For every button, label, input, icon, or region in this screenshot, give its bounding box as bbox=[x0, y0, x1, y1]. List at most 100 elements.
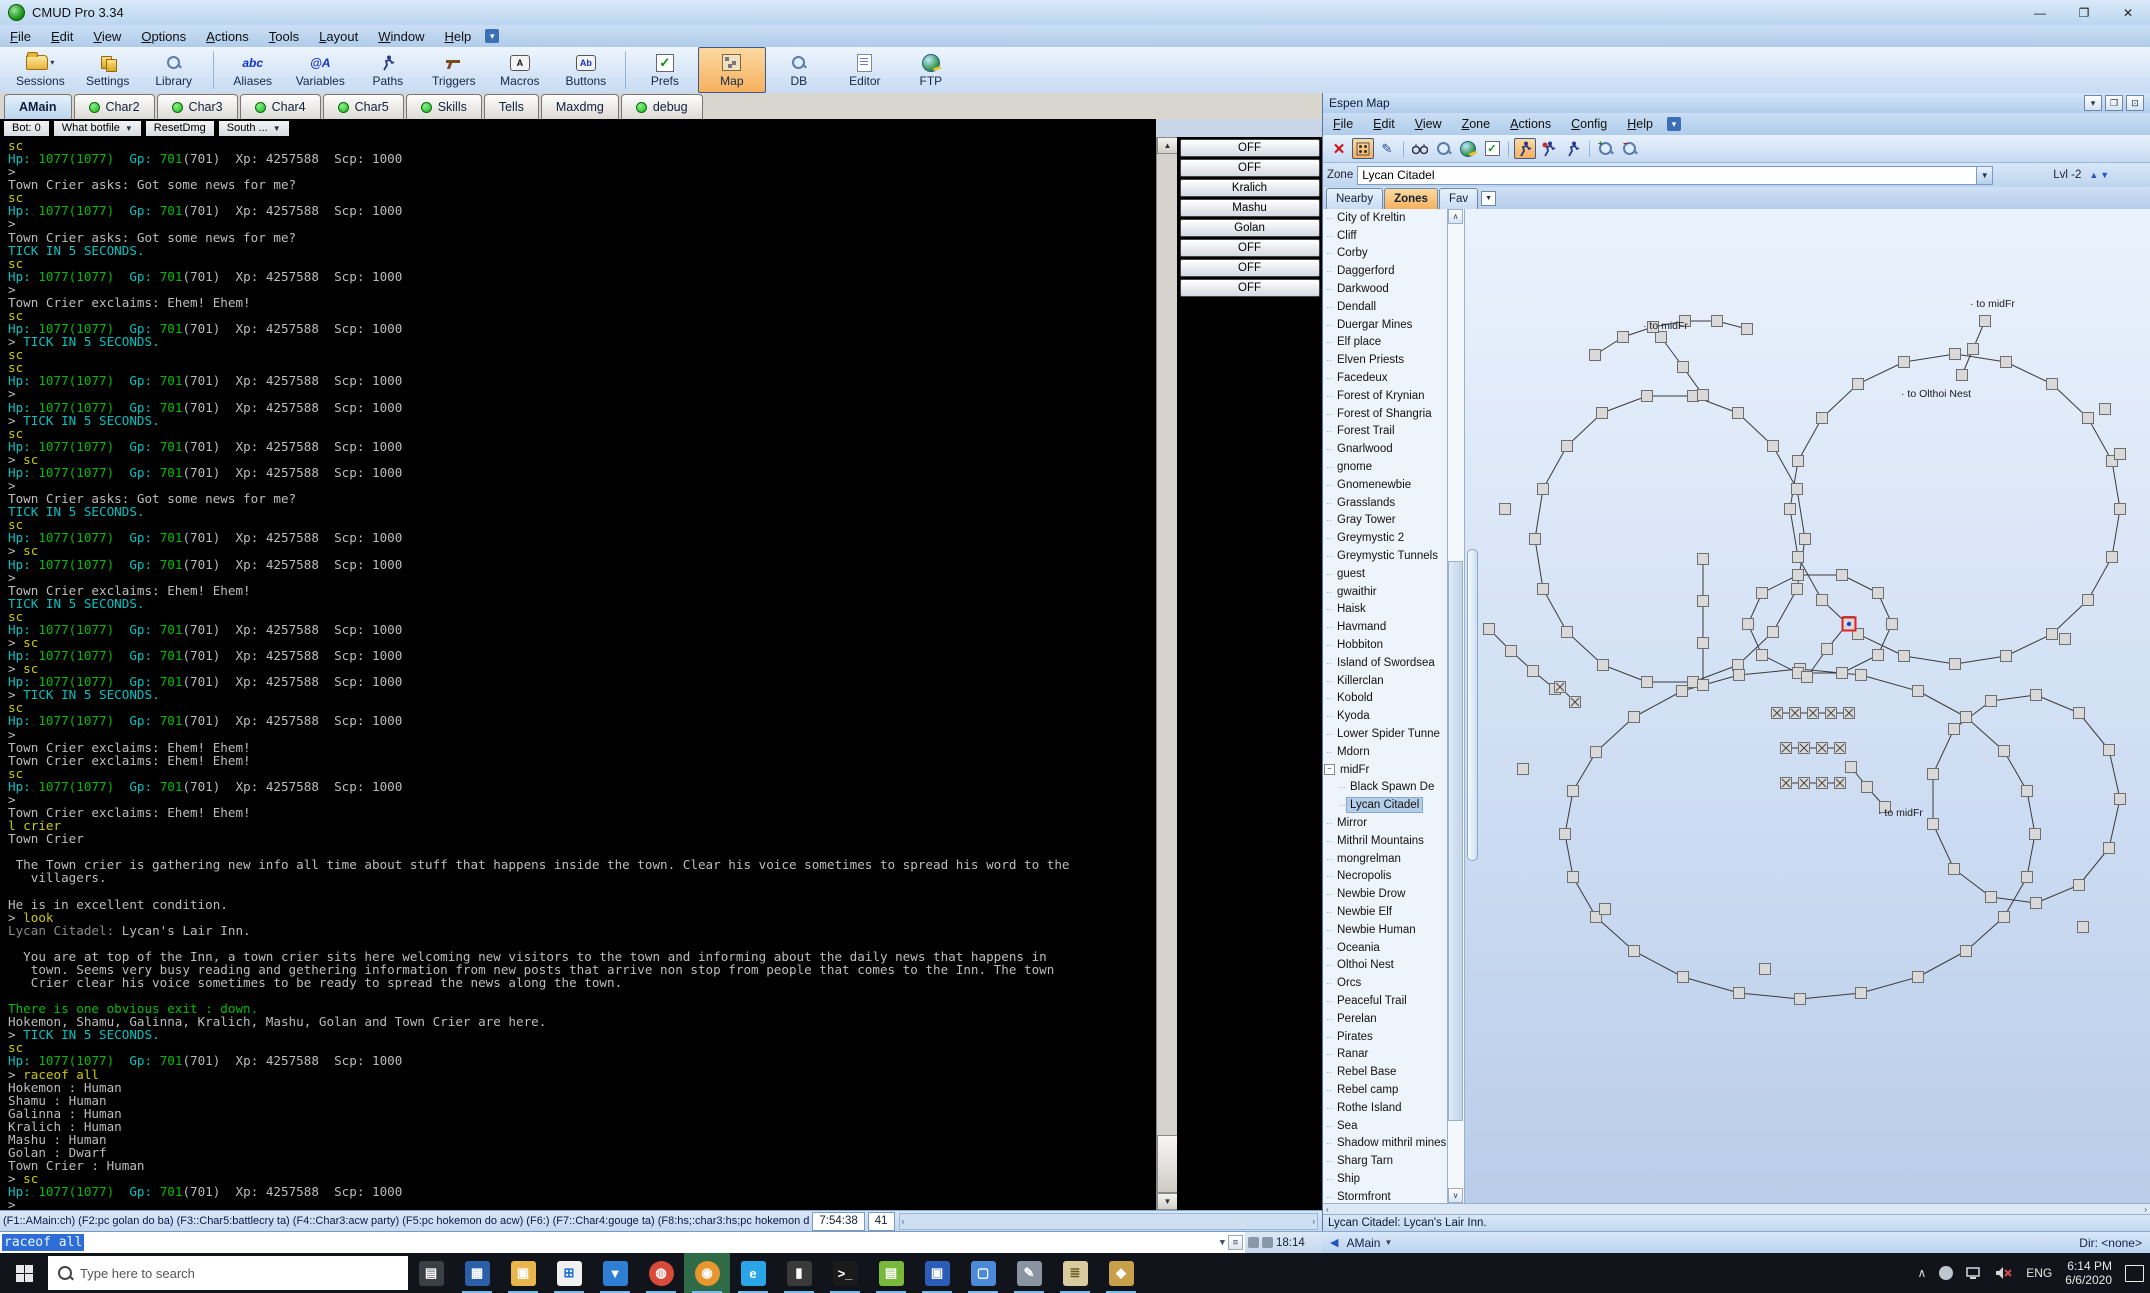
zone-item-gnarlwood[interactable]: ···Gnarlwood bbox=[1323, 440, 1447, 458]
taskbar-icon-app-blue-floppy[interactable]: ▦ bbox=[454, 1253, 500, 1293]
zone-item-gwaithir[interactable]: ···gwaithir bbox=[1323, 583, 1447, 601]
menu-overflow-icon[interactable]: ▾ bbox=[1667, 117, 1681, 131]
map-pin-icon[interactable]: ⊡ bbox=[2126, 95, 2144, 111]
toolbar-prefs-button[interactable]: ✓Prefs bbox=[632, 47, 698, 93]
zone-item-kyoda[interactable]: ···Kyoda bbox=[1323, 707, 1447, 725]
zoom-select-icon[interactable] bbox=[1433, 138, 1455, 159]
zone-item-ranar[interactable]: ···Ranar bbox=[1323, 1045, 1447, 1063]
taskbar-icon-microsoft-store[interactable]: ⊞ bbox=[546, 1253, 592, 1293]
zone-item-mongrelman[interactable]: ···mongrelman bbox=[1323, 850, 1447, 868]
toolbar-settings-button[interactable]: Settings bbox=[75, 47, 141, 93]
party-button-off-5[interactable]: OFF bbox=[1180, 239, 1320, 257]
toolbar-sessions-button[interactable]: ▾Sessions bbox=[6, 47, 75, 93]
network-icon[interactable] bbox=[1966, 1266, 1982, 1280]
menu-options[interactable]: Options bbox=[131, 25, 196, 47]
map-menu-help[interactable]: Help bbox=[1617, 113, 1663, 135]
zone-item-facedeux[interactable]: ···Facedeux bbox=[1323, 369, 1447, 387]
taskbar-icon-phone-app[interactable]: ▮ bbox=[776, 1253, 822, 1293]
action-center-icon[interactable] bbox=[2125, 1265, 2144, 1282]
volume-muted-icon[interactable] bbox=[1995, 1266, 2013, 1280]
zone-item-sharg-tarn[interactable]: ···Sharg Tarn bbox=[1323, 1152, 1447, 1170]
status-scroll-right-icon[interactable]: › bbox=[1312, 1217, 1315, 1226]
menu-help[interactable]: Help bbox=[434, 25, 481, 47]
taskbar-icon-internet-explorer[interactable]: e bbox=[730, 1253, 776, 1293]
close-icon[interactable]: ✕ bbox=[2106, 0, 2150, 25]
command-input[interactable]: raceof all ▼ ≡ bbox=[0, 1231, 1245, 1253]
zone-item-daggerford[interactable]: ···Daggerford bbox=[1323, 262, 1447, 280]
zone-item-greymystic-2[interactable]: ···Greymystic 2 bbox=[1323, 529, 1447, 547]
zone-item-pirates[interactable]: ···Pirates bbox=[1323, 1028, 1447, 1046]
start-button[interactable] bbox=[0, 1253, 48, 1293]
zone-scroll-thumb[interactable] bbox=[1448, 561, 1463, 1121]
map-menu-view[interactable]: View bbox=[1405, 113, 1452, 135]
dock-menu-icon[interactable]: ▾ bbox=[2084, 95, 2102, 111]
taskbar-icon-notepad-plus[interactable]: ▤ bbox=[868, 1253, 914, 1293]
taskbar-icon-task-view[interactable]: ▤ bbox=[408, 1253, 454, 1293]
confirm-checkbox-icon[interactable]: ✓ bbox=[1481, 138, 1503, 159]
menu-layout[interactable]: Layout bbox=[309, 25, 368, 47]
party-button-off-1[interactable]: OFF bbox=[1180, 159, 1320, 177]
zone-item-rebel-camp[interactable]: ···Rebel camp bbox=[1323, 1081, 1447, 1099]
taskbar-icon-paint-app[interactable]: ✎ bbox=[1006, 1253, 1052, 1293]
map-title-bar[interactable]: Espen Map ▾ ❐ ⊡ bbox=[1323, 93, 2150, 113]
taskbar-search[interactable]: Type here to search bbox=[48, 1256, 408, 1290]
zone-item-guest[interactable]: ···guest bbox=[1323, 565, 1447, 583]
map-menu-edit[interactable]: Edit bbox=[1363, 113, 1405, 135]
taskbar-icon-scroll-app[interactable]: ≣ bbox=[1052, 1253, 1098, 1293]
zone-item-havmand[interactable]: ···Havmand bbox=[1323, 618, 1447, 636]
zone-item-necropolis[interactable]: ···Necropolis bbox=[1323, 867, 1447, 885]
zone-item-elf-place[interactable]: ···Elf place bbox=[1323, 334, 1447, 352]
toolbar-ftp-button[interactable]: FTP bbox=[898, 47, 964, 93]
zone-item-rothe-island[interactable]: ···Rothe Island bbox=[1323, 1099, 1447, 1117]
taskbar-clock[interactable]: 6:14 PM 6/6/2020 bbox=[2065, 1259, 2112, 1287]
zone-item-oceania[interactable]: ···Oceania bbox=[1323, 939, 1447, 957]
scroll-down-icon[interactable]: ▼ bbox=[1157, 1193, 1178, 1210]
taskbar-icon-lantern-app[interactable]: ◆ bbox=[1098, 1253, 1144, 1293]
zone-item-newbie-human[interactable]: ···Newbie Human bbox=[1323, 921, 1447, 939]
map-canvas[interactable]: · to midFr· to midFr· to Olthoi Nest· to… bbox=[1465, 209, 2150, 1203]
menu-window[interactable]: Window bbox=[368, 25, 434, 47]
zone-item-gnomenewbie[interactable]: ···Gnomenewbie bbox=[1323, 476, 1447, 494]
onedrive-icon[interactable] bbox=[1939, 1266, 1953, 1280]
tab-debug[interactable]: debug bbox=[621, 94, 703, 119]
tab-char4[interactable]: Char4 bbox=[240, 94, 321, 119]
zone-item-mirror[interactable]: ···Mirror bbox=[1323, 814, 1447, 832]
taskbar-icon-chrome[interactable]: ◍ bbox=[638, 1253, 684, 1293]
mud-terminal[interactable]: scHp: 1077(1077) Gp: 701(701) Xp: 425758… bbox=[0, 137, 1156, 1210]
walk-runner-icon[interactable] bbox=[1514, 138, 1536, 159]
zone-item-darkwood[interactable]: ···Darkwood bbox=[1323, 280, 1447, 298]
tab-char3[interactable]: Char3 bbox=[157, 94, 238, 119]
party-button-off-7[interactable]: OFF bbox=[1180, 279, 1320, 297]
zone-item-lycan-citadel[interactable]: ···Lycan Citadel bbox=[1323, 796, 1447, 814]
tab-tells[interactable]: Tells bbox=[484, 94, 539, 119]
map-tab-fav[interactable]: Fav bbox=[1439, 188, 1478, 209]
terminal-scrollbar[interactable]: ▲ ▼ bbox=[1156, 137, 1177, 1210]
party-button-off-0[interactable]: OFF bbox=[1180, 139, 1320, 157]
bot-button-resetdmg[interactable]: ResetDmg bbox=[144, 119, 216, 138]
zone-list-scrollbar[interactable]: ∧ ∨ bbox=[1448, 209, 1465, 1203]
taskbar-icon-word-app[interactable]: ▣ bbox=[914, 1253, 960, 1293]
zone-item-peaceful-trail[interactable]: ···Peaceful Trail bbox=[1323, 992, 1447, 1010]
map-maximize-icon[interactable]: ❐ bbox=[2105, 95, 2123, 111]
toolbar-macros-button[interactable]: AMacros bbox=[487, 47, 553, 93]
zone-item-forest-trail[interactable]: ···Forest Trail bbox=[1323, 423, 1447, 441]
map-tab-zones[interactable]: Zones bbox=[1384, 188, 1438, 209]
bot-button-what-botfile[interactable]: What botfile▼ bbox=[52, 119, 143, 138]
map-vertical-scroll-thumb[interactable] bbox=[1467, 549, 1478, 861]
zone-item-orcs[interactable]: ···Orcs bbox=[1323, 974, 1447, 992]
zone-item-perelan[interactable]: ···Perelan bbox=[1323, 1010, 1447, 1028]
zone-item-ship[interactable]: ···Ship bbox=[1323, 1170, 1447, 1188]
zone-item-hobbiton[interactable]: ···Hobbiton bbox=[1323, 636, 1447, 654]
bot-button-south-[interactable]: South ...▼ bbox=[217, 119, 291, 138]
walk-fast-runner-icon[interactable] bbox=[1562, 138, 1584, 159]
party-button-kralich[interactable]: Kralich bbox=[1180, 179, 1320, 197]
toolbar-aliases-button[interactable]: abcAliases bbox=[220, 47, 286, 93]
level-spinner[interactable]: ▲▼ bbox=[2089, 170, 2111, 180]
zone-combobox[interactable]: Lycan Citadel bbox=[1357, 166, 1977, 185]
active-session-label[interactable]: AMain bbox=[1346, 1236, 1380, 1250]
zone-item-grasslands[interactable]: ···Grasslands bbox=[1323, 494, 1447, 512]
zone-scroll-up-icon[interactable]: ∧ bbox=[1448, 209, 1463, 224]
zone-item-kobold[interactable]: ···Kobold bbox=[1323, 690, 1447, 708]
zone-item-stormfront[interactable]: ···Stormfront bbox=[1323, 1188, 1447, 1203]
command-dropdown-icon[interactable]: ▼ bbox=[1220, 1238, 1225, 1248]
